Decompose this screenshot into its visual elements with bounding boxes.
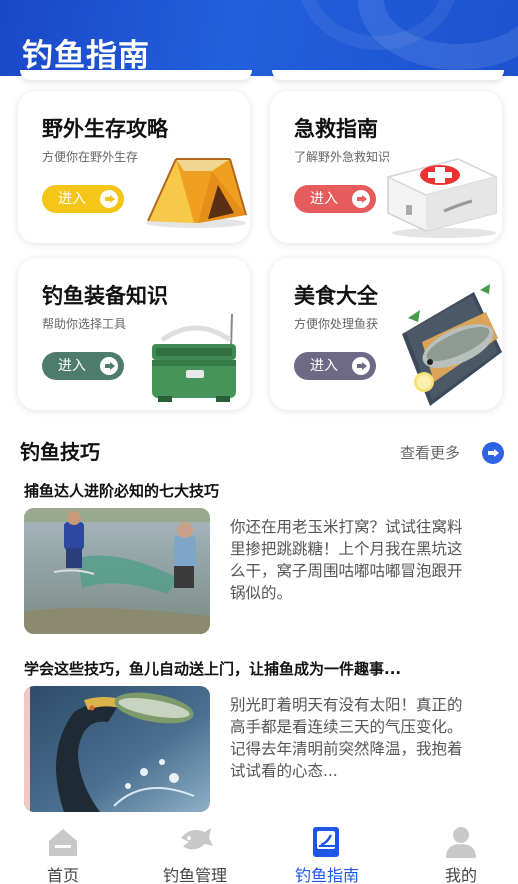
user-icon	[446, 827, 476, 858]
first-aid-kit-icon	[385, 158, 499, 238]
scrolled-card-edge	[272, 70, 504, 80]
enter-button-label: 进入	[58, 358, 86, 374]
view-more-link[interactable]: 查看更多	[400, 442, 460, 463]
article-excerpt: 别光盯着明天有没有太阳！真正的高手都是看连续三天的气压变化。记得去年清明前突然降…	[230, 696, 463, 780]
bottom-tab-bar: 首页 钓鱼管理 钓鱼指南 我的	[0, 814, 518, 884]
tab-home[interactable]: 首页	[0, 814, 128, 884]
tab-fishing-management[interactable]: 钓鱼管理	[130, 814, 260, 884]
card-title: 急救指南	[294, 117, 378, 141]
article-excerpt: 你还在用老玉米打窝？试试往窝料里掺把跳跳糖！上个月我在黑坑这么干，窝子周围咕嘟咕…	[230, 518, 463, 602]
card-title: 钓鱼装备知识	[42, 284, 168, 308]
card-subtitle: 帮助你选择工具	[42, 317, 127, 331]
tab-fishing-guide[interactable]: 钓鱼指南	[262, 814, 392, 884]
arrow-right-icon	[100, 357, 118, 375]
enter-button[interactable]: 进入	[294, 352, 376, 380]
tab-label: 我的	[444, 866, 477, 884]
card-subtitle: 方便你处理鱼获	[294, 317, 379, 331]
card-title: 野外生存攻略	[42, 117, 168, 141]
guide-book-icon	[313, 827, 339, 857]
page-title: 钓鱼指南	[22, 38, 150, 74]
tent-icon	[146, 158, 247, 228]
tab-profile[interactable]: 我的	[396, 814, 518, 884]
tackle-box-icon	[152, 314, 236, 402]
card-first-aid[interactable]: 急救指南 了解野外急救知识 进入	[270, 91, 502, 243]
enter-button-label: 进入	[310, 191, 338, 207]
article-title[interactable]: 学会这些技巧，鱼儿自动送上门，让捕鱼成为一件趣事...	[24, 658, 494, 679]
app-header: 钓鱼指南	[0, 0, 518, 76]
enter-button-label: 进入	[58, 191, 86, 207]
fish-icon	[181, 828, 213, 850]
arrow-right-icon	[352, 190, 370, 208]
tab-label: 首页	[46, 866, 79, 884]
home-icon	[49, 829, 77, 856]
fishermen-net-photo[interactable]	[24, 508, 210, 634]
arrow-right-icon	[100, 190, 118, 208]
card-subtitle: 了解野外急救知识	[294, 150, 391, 164]
tab-label: 钓鱼指南	[294, 866, 359, 884]
card-outdoor-survival[interactable]: 野外生存攻略 方便你在野外生存 进入	[18, 91, 250, 243]
card-subtitle: 方便你在野外生存	[42, 150, 139, 164]
article-title[interactable]: 捕鱼达人进阶必知的七大技巧	[24, 480, 494, 501]
scrolled-card-edge	[20, 70, 252, 80]
enter-button[interactable]: 进入	[42, 352, 124, 380]
arrow-right-icon	[352, 357, 370, 375]
enter-button-label: 进入	[310, 358, 338, 374]
enter-button[interactable]: 进入	[42, 185, 124, 213]
card-food[interactable]: 美食大全 方便你处理鱼获 进入	[270, 258, 502, 410]
arrow-right-circle-icon[interactable]	[482, 442, 504, 464]
card-title: 美食大全	[294, 284, 378, 308]
card-fishing-gear[interactable]: 钓鱼装备知识 帮助你选择工具 进入	[18, 258, 250, 410]
tab-label: 钓鱼管理	[162, 866, 227, 884]
section-title-tips: 钓鱼技巧	[20, 440, 100, 464]
enter-button[interactable]: 进入	[294, 185, 376, 213]
fish-dish-icon	[402, 284, 502, 406]
cormorant-fish-photo[interactable]	[24, 686, 210, 812]
